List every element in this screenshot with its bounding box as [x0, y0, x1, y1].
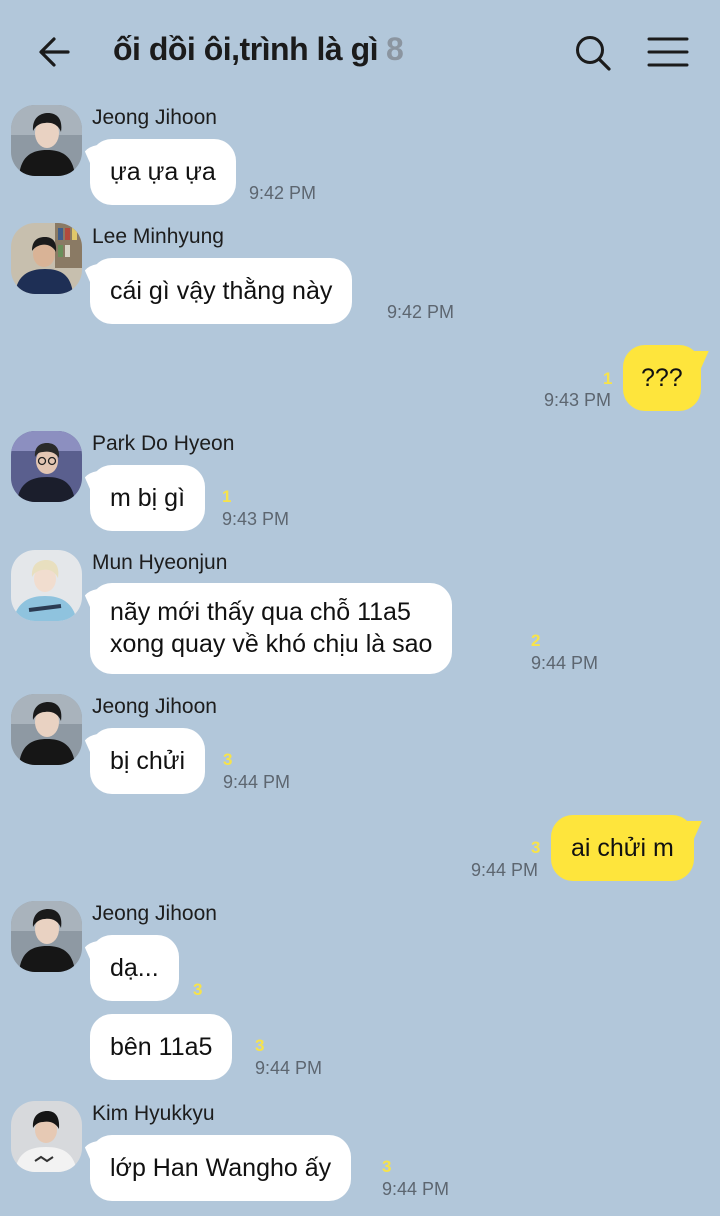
- message-bubble[interactable]: nãy mới thấy qua chỗ 11a5 xong quay về k…: [90, 583, 453, 674]
- unread-count: 3: [223, 750, 233, 769]
- message-time: 9:44 PM: [531, 653, 599, 673]
- message-bubble[interactable]: cái gì vậy thằng này: [90, 258, 353, 324]
- unread-count: 2: [531, 631, 541, 650]
- message-bubble[interactable]: bên 11a5: [90, 1014, 233, 1080]
- message-time: 9:44 PM: [382, 1179, 450, 1199]
- unread-count: 3: [255, 1036, 265, 1055]
- message-time: 9:43 PM: [222, 509, 290, 529]
- message-bubble[interactable]: lớp Han Wangho ấy: [90, 1135, 352, 1201]
- member-count: 8: [386, 31, 404, 67]
- message-text: lớp Han Wangho ấy: [110, 1154, 332, 1182]
- sender-name: Jeong Jihoon: [92, 106, 217, 129]
- avatar-jeong-jihoon[interactable]: [11, 105, 82, 176]
- sender-name: Kim Hyukkyu: [92, 1102, 215, 1125]
- profile-photo-icon: [11, 1101, 82, 1172]
- message-text: bị chửi: [110, 747, 186, 775]
- message-time: 9:44 PM: [223, 772, 291, 792]
- chat-room-name: ối dồi ôi,trình là gì: [113, 31, 379, 67]
- message-text: ựa ựa ựa: [110, 158, 216, 186]
- my-message-bubble[interactable]: ai chửi m: [551, 815, 694, 881]
- avatar-jeong-jihoon[interactable]: [11, 901, 82, 972]
- hamburger-menu-icon: [647, 37, 689, 67]
- unread-count: 3: [382, 1157, 392, 1176]
- chat-header: ối dồi ôi,trình là gì 8: [0, 0, 720, 100]
- unread-count: 3: [531, 838, 541, 857]
- message-text: ???: [641, 364, 683, 392]
- avatar-lee-minhyung[interactable]: [11, 223, 82, 294]
- avatar-kim-hyukkyu[interactable]: [11, 1101, 82, 1172]
- message-text: cái gì vậy thằng này: [110, 277, 333, 305]
- avatar-park-do-hyeon[interactable]: [11, 431, 82, 502]
- my-message-bubble[interactable]: ???: [623, 345, 701, 411]
- unread-count: 1: [603, 369, 613, 388]
- message-time: 9:44 PM: [471, 860, 539, 880]
- message-text: m bị gì: [110, 484, 186, 512]
- menu-button[interactable]: [644, 32, 692, 72]
- message-text: bên 11a5: [110, 1033, 213, 1061]
- back-button[interactable]: [30, 30, 78, 74]
- message-time: 9:43 PM: [544, 390, 612, 410]
- profile-photo-icon: [11, 901, 82, 972]
- profile-photo-icon: [11, 431, 82, 502]
- message-text-line: xong quay về khó chịu là sao: [110, 630, 433, 658]
- message-bubble[interactable]: ựa ựa ựa: [90, 139, 236, 205]
- sender-name: Lee Minhyung: [92, 225, 224, 248]
- sender-name: Park Do Hyeon: [92, 432, 235, 455]
- avatar-mun-hyeonjun[interactable]: [11, 550, 82, 621]
- unread-count: 1: [222, 487, 232, 506]
- profile-photo-icon: [11, 223, 82, 294]
- unread-count: 3: [193, 980, 203, 999]
- chat-title: ối dồi ôi,trình là gì 8: [113, 31, 404, 68]
- profile-photo-icon: [11, 694, 82, 765]
- sender-name: Jeong Jihoon: [92, 695, 217, 718]
- message-time: 9:42 PM: [387, 302, 455, 322]
- message-text: ai chửi m: [571, 834, 674, 862]
- message-text-line: nãy mới thấy qua chỗ 11a5: [110, 598, 411, 626]
- sender-name: Mun Hyeonjun: [92, 551, 228, 574]
- search-icon: [576, 36, 611, 71]
- message-time: 9:44 PM: [255, 1058, 323, 1078]
- profile-photo-icon: [11, 550, 82, 621]
- message-bubble[interactable]: m bị gì: [90, 465, 206, 531]
- sender-name: Jeong Jihoon: [92, 902, 217, 925]
- message-text: dạ...: [110, 954, 159, 982]
- message-bubble[interactable]: dạ...: [90, 935, 179, 1001]
- arrow-left-icon: [39, 37, 70, 67]
- search-button[interactable]: [570, 30, 616, 76]
- message-bubble[interactable]: bị chửi: [90, 728, 206, 794]
- message-time: 9:42 PM: [249, 183, 317, 203]
- avatar-jeong-jihoon[interactable]: [11, 694, 82, 765]
- profile-photo-icon: [11, 105, 82, 176]
